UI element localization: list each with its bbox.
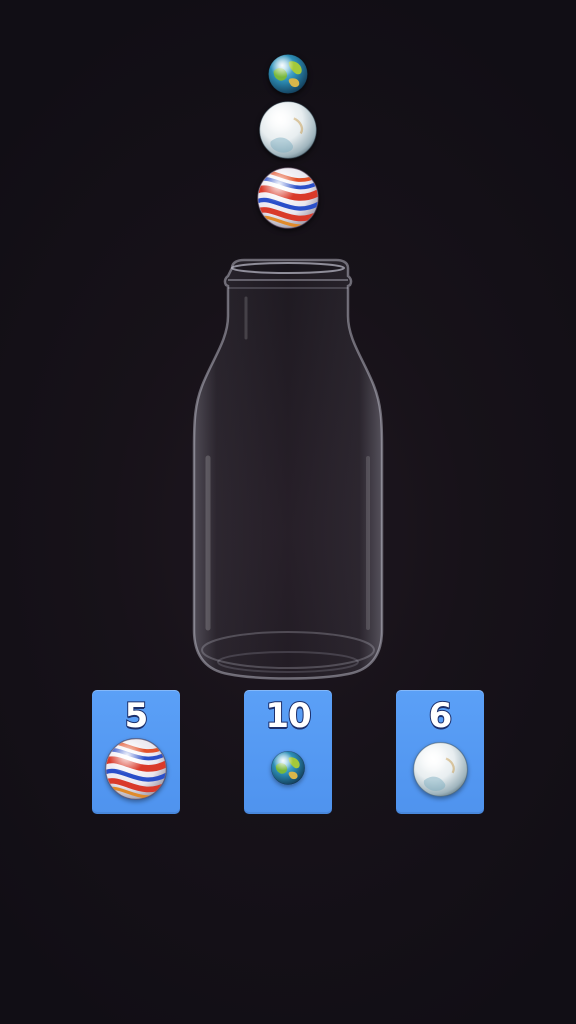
swirl-marble-icon xyxy=(105,738,167,800)
card-count: 10 xyxy=(264,695,312,737)
marble-card-pearl[interactable]: 6 xyxy=(396,690,484,814)
marble-card-swirl[interactable]: 5 xyxy=(92,690,180,814)
earth-marble-icon xyxy=(271,751,305,785)
bottle-icon xyxy=(192,258,384,680)
marble-card-earth[interactable]: 10 xyxy=(244,690,332,814)
card-count: 6 xyxy=(428,695,454,737)
glass-bottle xyxy=(188,258,388,688)
card-count: 5 xyxy=(124,695,150,737)
falling-marble-earth-icon xyxy=(268,54,308,94)
falling-marble-swirl-icon xyxy=(257,167,319,229)
marble-card-tray: 5 10 6 xyxy=(0,690,576,816)
game-stage: 5 10 6 xyxy=(0,0,576,1024)
pearl-marble-icon xyxy=(413,742,468,797)
falling-marble-pearl-icon xyxy=(259,101,317,159)
